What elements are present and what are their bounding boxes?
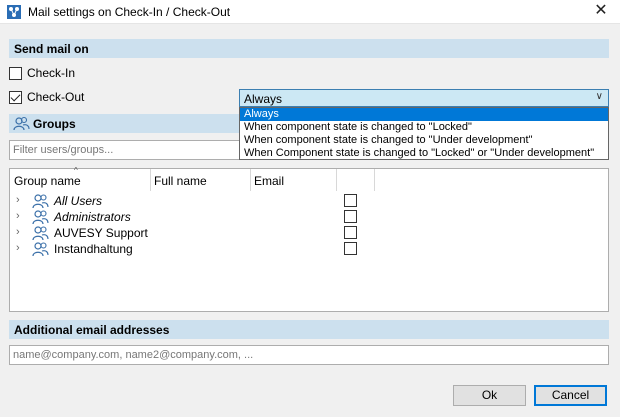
group-email-checkbox[interactable] bbox=[344, 210, 357, 223]
expand-arrow-icon[interactable]: › bbox=[16, 210, 20, 222]
column-header-email[interactable]: Email bbox=[250, 169, 336, 191]
group-name: All Users bbox=[54, 194, 103, 208]
group-email-checkbox[interactable] bbox=[344, 242, 357, 255]
groups-header-label: Groups bbox=[33, 117, 76, 131]
checkout-label: Check-Out bbox=[27, 90, 85, 104]
expand-arrow-icon[interactable]: › bbox=[16, 226, 20, 238]
mail-condition-dropdown: Always When component state is changed t… bbox=[239, 107, 609, 160]
user-icon bbox=[32, 242, 49, 257]
group-name: Administrators bbox=[54, 210, 131, 224]
column-separator[interactable] bbox=[336, 169, 337, 191]
title-bar: Mail settings on Check-In / Check-Out ✕ bbox=[0, 0, 620, 24]
group-name: AUVESY Support bbox=[54, 226, 148, 240]
user-group-icon bbox=[13, 116, 30, 131]
dropdown-option[interactable]: When component state is changed to "Lock… bbox=[240, 121, 608, 134]
table-row[interactable]: › AUVESY Support bbox=[10, 225, 608, 241]
dropdown-option[interactable]: When Component state is changed to "Lock… bbox=[240, 147, 608, 160]
close-icon[interactable]: ✕ bbox=[592, 2, 610, 20]
checkin-checkbox[interactable] bbox=[9, 66, 22, 80]
checkin-option[interactable]: Check-In bbox=[9, 65, 75, 81]
expand-arrow-icon[interactable]: › bbox=[16, 242, 20, 254]
send-mail-header: Send mail on bbox=[9, 39, 609, 58]
column-header-label: Group name bbox=[14, 174, 81, 188]
ok-button[interactable]: Ok bbox=[453, 385, 526, 406]
user-icon bbox=[32, 194, 49, 209]
group-email-checkbox[interactable] bbox=[344, 226, 357, 239]
table-row[interactable]: › All Users bbox=[10, 193, 608, 209]
column-header-label: Email bbox=[254, 174, 285, 188]
additional-email-input[interactable]: name@company.com, name2@company.com, ... bbox=[9, 345, 609, 365]
expand-arrow-icon[interactable]: › bbox=[16, 194, 20, 206]
group-email-checkbox[interactable] bbox=[344, 194, 357, 207]
checkout-option[interactable]: Check-Out bbox=[9, 89, 84, 105]
mail-condition-selected: Always bbox=[244, 92, 283, 106]
window-title: Mail settings on Check-In / Check-Out bbox=[28, 5, 231, 19]
additional-email-header: Additional email addresses bbox=[9, 320, 609, 339]
dropdown-option[interactable]: Always bbox=[240, 108, 608, 121]
mail-settings-icon bbox=[7, 5, 21, 19]
mail-condition-select[interactable]: Always ∨ bbox=[239, 89, 609, 107]
column-header-label: Full name bbox=[154, 174, 207, 188]
user-icon bbox=[32, 226, 49, 241]
table-row[interactable]: › Instandhaltung bbox=[10, 241, 608, 257]
groups-table: ^ Group name Full name Email › All Users… bbox=[9, 166, 609, 312]
group-name: Instandhaltung bbox=[54, 242, 133, 256]
cancel-button[interactable]: Cancel bbox=[534, 385, 607, 406]
user-icon bbox=[32, 210, 49, 225]
dropdown-option[interactable]: When component state is changed to "Unde… bbox=[240, 134, 608, 147]
chevron-down-icon[interactable]: ∨ bbox=[596, 91, 603, 102]
table-row[interactable]: › Administrators bbox=[10, 209, 608, 225]
checkin-label: Check-In bbox=[27, 66, 76, 80]
column-header-group-name[interactable]: ^ Group name bbox=[10, 166, 150, 191]
column-header-full-name[interactable]: Full name bbox=[150, 169, 250, 191]
column-separator[interactable] bbox=[374, 169, 375, 191]
checkout-checkbox[interactable] bbox=[9, 90, 22, 104]
sort-arrow-icon: ^ bbox=[74, 166, 78, 175]
